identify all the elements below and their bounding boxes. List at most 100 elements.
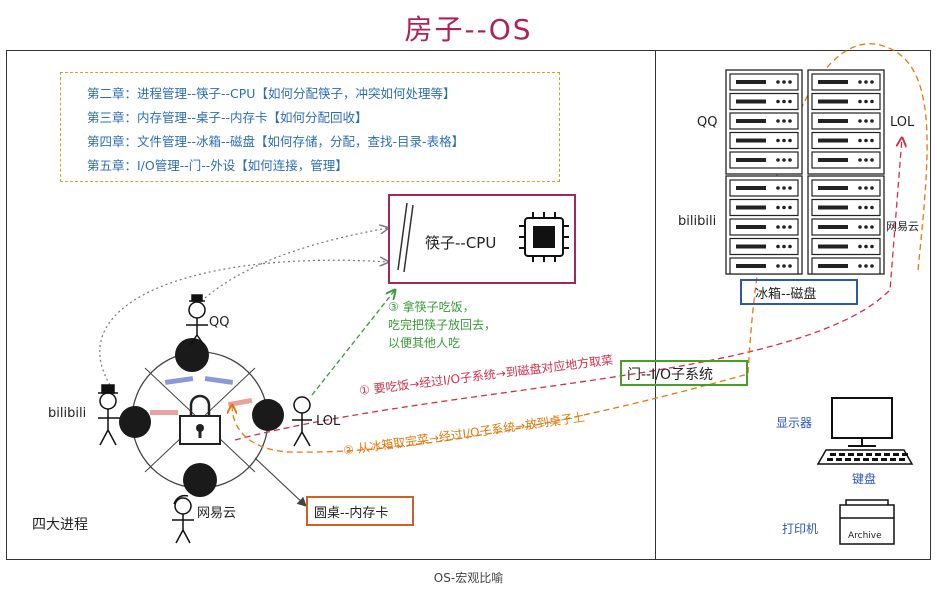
rack-led xyxy=(788,205,792,210)
rack-led xyxy=(788,244,792,249)
cpu-label: 筷子--CPU xyxy=(425,234,497,252)
rack-led xyxy=(870,80,874,84)
rack-slot xyxy=(818,80,848,84)
rack-led xyxy=(870,205,874,210)
lock-icon xyxy=(179,394,221,445)
rack-led xyxy=(864,99,868,104)
netease-person xyxy=(172,494,194,544)
keyboard-key xyxy=(890,458,896,461)
rack-slot xyxy=(818,244,848,249)
rack-slot xyxy=(818,264,848,268)
rack-led xyxy=(870,225,874,229)
io-door-label: 门--I/O子系统 xyxy=(627,367,713,383)
rack-slot xyxy=(736,244,766,249)
rack-led xyxy=(788,99,792,104)
rack-led xyxy=(864,158,868,162)
table-to-memory-arrow xyxy=(254,457,307,507)
rack-led xyxy=(864,119,868,123)
keyboard-key xyxy=(848,453,854,456)
printer-label: 打印机 xyxy=(782,522,819,536)
step3-line-3: 以便其他人吃 xyxy=(388,336,461,350)
rack-led xyxy=(864,225,868,229)
rack-led xyxy=(858,158,862,162)
monitor-icon xyxy=(831,397,893,447)
monitor-label: 显示器 xyxy=(776,416,813,430)
archive-label: Archive xyxy=(848,531,882,541)
rack-led xyxy=(788,158,792,162)
rack-led xyxy=(782,205,786,210)
rack-slot xyxy=(818,158,848,162)
rack-led xyxy=(776,80,780,84)
fridge-disk-label: 冰箱--磁盘 xyxy=(755,287,817,302)
round-table xyxy=(119,338,284,497)
rack-led xyxy=(776,186,780,190)
rack-led xyxy=(864,80,868,84)
server-label-bilibili: bilibili xyxy=(678,214,717,229)
rack-led xyxy=(858,119,862,123)
keyboard-key xyxy=(845,458,851,461)
rack-led xyxy=(858,264,862,268)
keyboard-key xyxy=(839,453,845,456)
keyboard-key xyxy=(899,458,905,461)
rack-led xyxy=(788,119,792,123)
rack-led xyxy=(776,225,780,229)
rack-slot xyxy=(736,158,766,162)
keyboard-key xyxy=(884,453,890,456)
rack-led xyxy=(776,205,780,210)
server-label-netease: 网易云 xyxy=(886,220,919,233)
process-label-bilibili: bilibili xyxy=(48,406,87,421)
rack-led xyxy=(858,80,862,84)
keyboard-key xyxy=(827,458,833,461)
rack-led xyxy=(782,138,786,143)
rack-led xyxy=(788,225,792,229)
server-label-lol: LOL xyxy=(890,115,915,130)
qq-to-cpu-arrow xyxy=(204,228,388,299)
rack-led xyxy=(788,138,792,143)
keyboard-key xyxy=(866,453,872,456)
rack-slot xyxy=(818,225,848,229)
keyboard-key xyxy=(881,458,887,461)
rack-led xyxy=(776,158,780,162)
keyboard-key xyxy=(893,453,899,456)
rack-led xyxy=(782,244,786,249)
rack-led xyxy=(864,205,868,210)
rack-led xyxy=(782,225,786,229)
bilibili-to-cpu-arrow xyxy=(99,260,388,386)
rack-led xyxy=(776,138,780,143)
rack-slot xyxy=(818,205,848,210)
rack-led xyxy=(788,264,792,268)
rack-led xyxy=(870,138,874,143)
process-label-netease: 网易云 xyxy=(197,506,237,521)
rack-slot xyxy=(818,119,848,123)
rack-led xyxy=(870,264,874,268)
rack-slot xyxy=(736,138,766,143)
rack-led xyxy=(864,244,868,249)
keyboard-key xyxy=(836,458,842,461)
step3-line-1: ③ 拿筷子吃饭， xyxy=(388,300,475,314)
rack-led xyxy=(782,158,786,162)
rack-led xyxy=(788,186,792,190)
rack-led xyxy=(776,99,780,104)
keyboard-key xyxy=(872,458,878,461)
process-label-qq: QQ xyxy=(209,315,230,330)
step3-line-2: 吃完把筷子放回去， xyxy=(388,318,497,332)
rack-slot xyxy=(736,186,766,190)
rack-led xyxy=(858,186,862,190)
rack-led xyxy=(864,138,868,143)
rack-led xyxy=(776,244,780,249)
rack-led xyxy=(776,264,780,268)
group-label: 四大进程 xyxy=(32,517,88,533)
rack-led xyxy=(782,119,786,123)
rack-led xyxy=(870,99,874,104)
rack-led xyxy=(858,99,862,104)
rack-led xyxy=(870,158,874,162)
rack-slot xyxy=(736,99,766,104)
bilibili-person xyxy=(98,384,120,446)
rack-led xyxy=(782,264,786,268)
rack-slot xyxy=(736,119,766,123)
rack-slot xyxy=(818,138,848,143)
rack-led xyxy=(858,244,862,249)
rack-slot xyxy=(736,225,766,229)
keyboard-key xyxy=(902,453,908,456)
rack-led xyxy=(858,205,862,210)
